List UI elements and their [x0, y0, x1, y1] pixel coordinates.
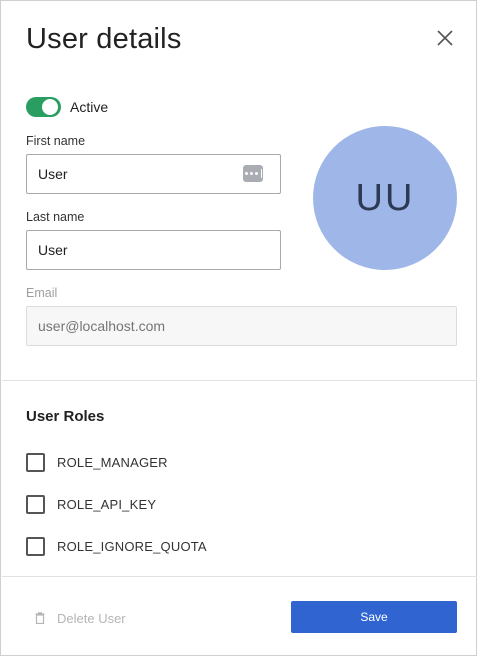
delete-user-label: Delete User: [57, 610, 126, 626]
avatar-initials: UU: [355, 176, 415, 219]
last-name-label: Last name: [26, 210, 85, 224]
checkbox[interactable]: [26, 536, 45, 556]
checkbox[interactable]: [26, 452, 45, 472]
role-label: ROLE_API_KEY: [57, 496, 157, 512]
role-checkbox-api-key[interactable]: ROLE_API_KEY: [26, 494, 156, 514]
email-label: Email: [26, 286, 58, 300]
dialog-title: User details: [26, 23, 182, 55]
save-button[interactable]: Save: [291, 601, 457, 633]
trash-icon: [35, 612, 45, 624]
role-checkbox-manager[interactable]: ROLE_MANAGER: [26, 452, 168, 472]
toggle-knob: [42, 99, 58, 115]
roles-section-title: User Roles: [26, 408, 105, 425]
last-name-input[interactable]: [26, 230, 281, 270]
footer-divider: [2, 576, 477, 577]
password-dots-icon[interactable]: [243, 165, 263, 182]
close-button[interactable]: [433, 26, 457, 50]
email-field: [26, 306, 457, 346]
user-details-dialog: User details Active First name Last name…: [0, 0, 477, 656]
close-icon: [437, 30, 453, 46]
avatar: UU: [313, 126, 457, 270]
role-label: ROLE_IGNORE_QUOTA: [57, 538, 207, 554]
active-toggle[interactable]: [26, 97, 61, 117]
role-label: ROLE_MANAGER: [57, 454, 168, 470]
checkbox[interactable]: [26, 494, 45, 514]
section-divider: [2, 380, 477, 381]
delete-user-button[interactable]: Delete User: [35, 608, 126, 628]
role-checkbox-ignore-quota[interactable]: ROLE_IGNORE_QUOTA: [26, 536, 207, 556]
active-toggle-label: Active: [70, 99, 109, 115]
first-name-label: First name: [26, 134, 86, 148]
